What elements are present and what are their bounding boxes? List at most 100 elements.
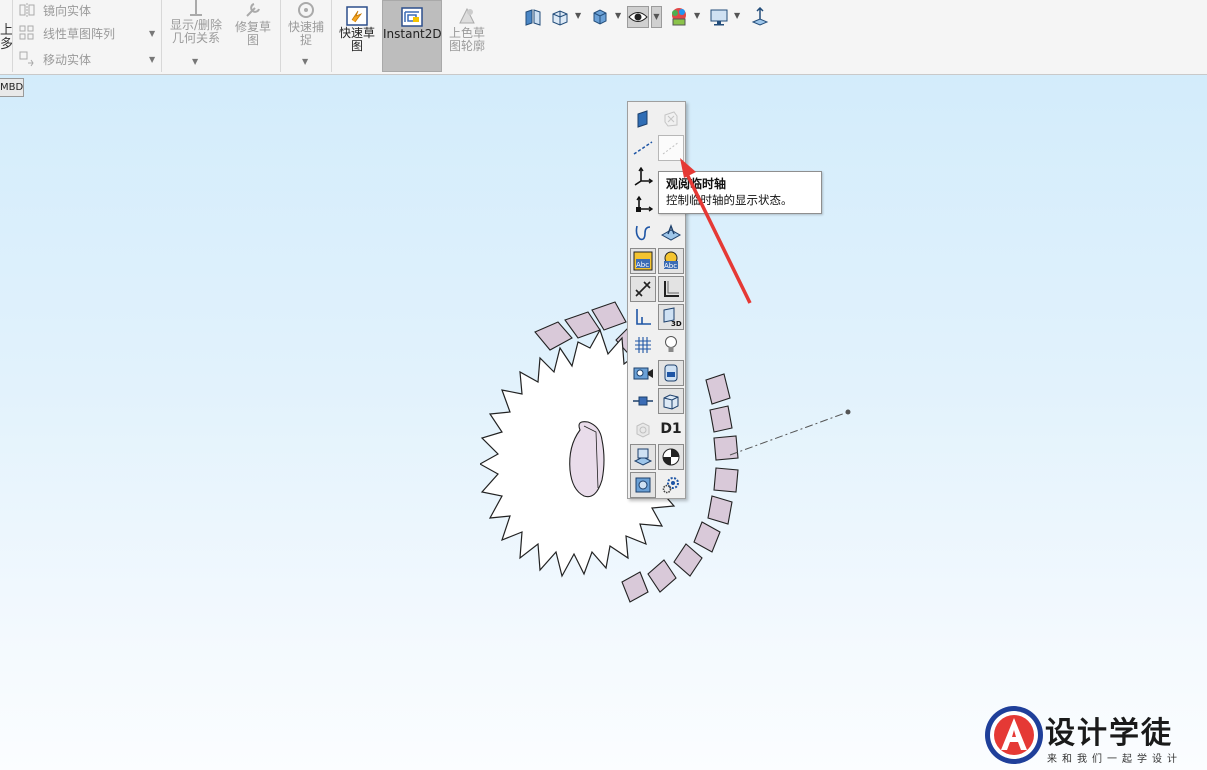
view-assembly-button[interactable] [630, 472, 656, 498]
chevron-down-icon[interactable]: ▼ [694, 11, 700, 20]
view-parts-disabled-icon [636, 422, 650, 438]
view-settings-icon [710, 9, 728, 26]
view-routing-points-icon [636, 309, 651, 325]
snap-label-line2: 捉 [299, 33, 312, 47]
view-planes-icon [637, 110, 648, 128]
relations-icon [190, 0, 202, 16]
apply-scene-button[interactable] [708, 6, 730, 28]
section-view-icon [552, 10, 568, 26]
rapid-sketch-label-line2: 图 [350, 39, 363, 53]
quick-snaps-button[interactable]: 快速捕 捉 [283, 0, 329, 47]
chevron-down-icon[interactable]: ▼ [615, 11, 621, 20]
view-parts-disabled-button[interactable] [630, 416, 656, 442]
view-axes-button[interactable] [630, 135, 656, 161]
chevron-down-icon[interactable]: ▼ [651, 6, 662, 28]
mirror-entities-button[interactable]: 镜向实体 [18, 0, 91, 20]
view-lights-button[interactable] [658, 332, 684, 358]
view-decals-button[interactable] [658, 360, 684, 386]
repair-label-line2: 图 [246, 33, 259, 47]
view-bodies-button[interactable] [658, 388, 684, 414]
linear-pattern-button[interactable]: 线性草图阵列 ▼ [18, 23, 155, 43]
view-lights-icon [665, 336, 677, 352]
shaded-label-line2: 图轮廓 [448, 39, 485, 53]
move-entities-button[interactable]: 移动实体 ▼ [18, 49, 155, 69]
display-style-icon [593, 9, 607, 25]
shaded-sketch-contours-button[interactable]: 上色草 图轮廓 [444, 6, 490, 53]
view-coordinate-systems-icon [636, 195, 653, 212]
edit-appearance-icon [672, 8, 686, 26]
chevron-down-icon[interactable]: ▼ [149, 55, 155, 64]
chevron-down-icon[interactable]: ▼ [302, 57, 308, 66]
chevron-down-icon[interactable]: ▼ [149, 29, 155, 38]
move-entities-label: 移动实体 [43, 52, 92, 67]
relations-label-line2: 几何关系 [171, 31, 220, 45]
view-annotations-icon: Abc [633, 251, 653, 271]
view-annotations-button[interactable]: Abc [630, 248, 656, 274]
hide-show-items-icon [628, 12, 648, 22]
repair-sketch-button[interactable]: 修复草 图 [230, 0, 276, 47]
view-cameras-icon [633, 367, 653, 380]
view-curves-icon [635, 225, 651, 241]
view-settings-gears-button[interactable] [658, 472, 684, 498]
brand-name: 设计学徒 [1045, 716, 1173, 751]
view-settings-button[interactable] [749, 6, 771, 28]
view-parting-lines-button[interactable] [630, 388, 656, 414]
view-grid-button[interactable] [630, 332, 656, 358]
hide-show-items-button[interactable] [627, 6, 649, 28]
view-sketch-plane-button[interactable] [630, 444, 656, 470]
quick-snaps-icon [298, 2, 314, 18]
view-orientation-icon [525, 9, 541, 26]
chevron-down-icon[interactable]: ▼ [192, 57, 198, 66]
view-origins-button[interactable] [630, 164, 656, 190]
ribbon-separator [280, 0, 281, 72]
view-settings-gears-icon [662, 477, 679, 494]
display-style-button[interactable] [589, 6, 611, 28]
view-coordinate-systems-button[interactable] [630, 192, 656, 218]
apply-scene-icon [751, 7, 769, 26]
view-orientation-button[interactable] [522, 6, 544, 28]
view-sketch-plane-icon [633, 448, 653, 466]
view-cameras-button[interactable] [630, 360, 656, 386]
ribbon-separator [161, 0, 162, 72]
brand-watermark: 设计学徒 来和我们一起学设计 [983, 702, 1207, 770]
view-center-of-mass-button[interactable] [658, 444, 684, 470]
chevron-down-icon[interactable]: ▼ [575, 11, 581, 20]
view-planes-disabled-button[interactable] [658, 106, 684, 132]
section-view-button[interactable] [549, 6, 571, 28]
view-sketch-relations-button[interactable] [630, 276, 656, 302]
mbd-tab[interactable]: MBD [0, 78, 24, 97]
move-entities-icon [18, 51, 36, 67]
instant2d-icon [401, 7, 423, 27]
mirror-entities-label: 镜向实体 [43, 3, 92, 18]
view-axes-icon [633, 141, 653, 155]
annotation-arrow-icon [680, 158, 752, 304]
brand-slogan: 来和我们一起学设计 [1047, 754, 1182, 765]
view-primary-dimension-button[interactable]: D1 [658, 416, 684, 442]
chevron-down-icon[interactable]: ▼ [734, 11, 740, 20]
rapid-sketch-button[interactable]: 快速草 图 [334, 6, 380, 53]
ribbon-separator [331, 0, 332, 72]
repair-sketch-icon [246, 3, 260, 17]
linear-pattern-label: 线性草图阵列 [43, 26, 116, 41]
view-decals-icon [664, 364, 678, 382]
view-bodies-icon [663, 394, 679, 410]
edit-appearance-button[interactable] [668, 6, 690, 28]
view-routing-points-button[interactable] [630, 304, 656, 330]
mbd-tab-label: MBD [0, 82, 24, 93]
brand-logo-icon [985, 706, 1043, 764]
ribbon-separator [12, 0, 13, 72]
view-parting-lines-icon [633, 396, 653, 406]
view-curves-button[interactable] [630, 220, 656, 246]
view-center-of-mass-icon [662, 448, 680, 466]
view-primary-dimension-label: D1 [660, 421, 682, 437]
instant2d-button[interactable]: Instant2D [382, 0, 442, 72]
display-delete-relations-button[interactable]: 显示/删除 几何关系 [165, 0, 227, 45]
view-grid-icon [635, 337, 651, 353]
linear-pattern-icon [18, 25, 36, 41]
view-assembly-icon [635, 477, 651, 493]
view-planes-disabled-icon [664, 111, 678, 127]
svg-text:3D: 3D [671, 320, 682, 328]
view-planes-button[interactable] [630, 106, 656, 132]
rapid-sketch-icon [346, 6, 368, 26]
svg-text:Abc: Abc [636, 261, 649, 269]
